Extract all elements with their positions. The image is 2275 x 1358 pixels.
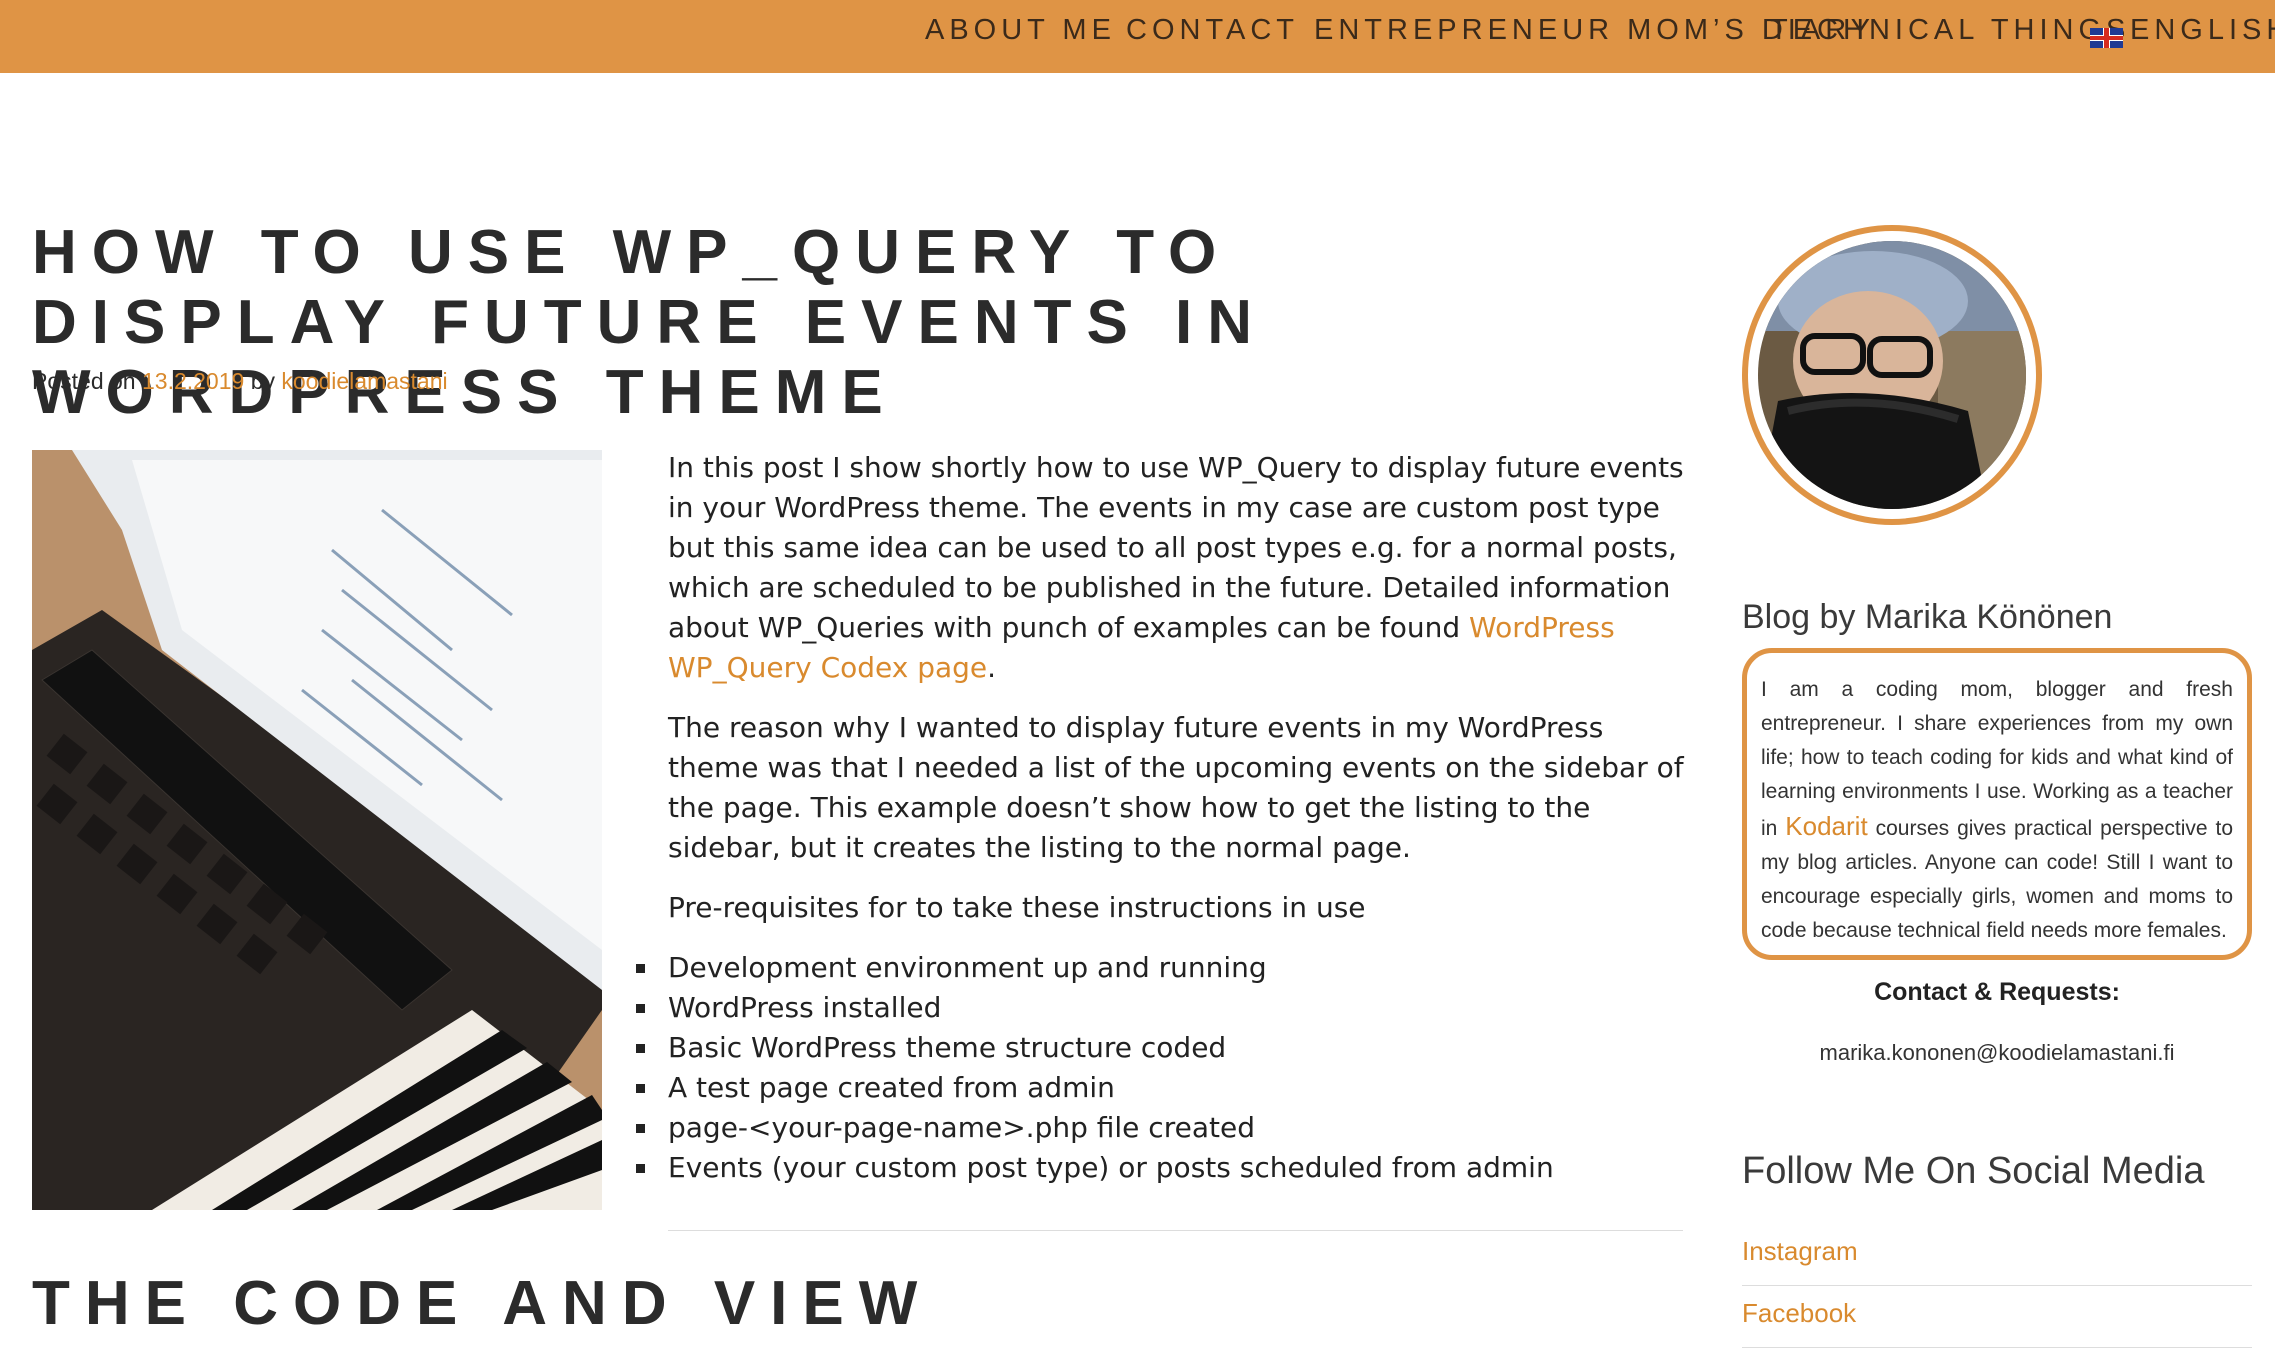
top-navigation-bar: ABOUT ME CONTACT ENTREPRENEUR MOM’S DIAR… bbox=[0, 0, 2275, 73]
nav-item-language-english[interactable]: ENGLISH bbox=[2130, 14, 2275, 47]
list-item: page-<your-page-name>.php file created bbox=[636, 1108, 1688, 1148]
intro-paragraph: In this post I show shortly how to use W… bbox=[668, 448, 1688, 688]
prerequisites-list: Development environment up and running W… bbox=[636, 948, 1688, 1188]
post-content: In this post I show shortly how to use W… bbox=[636, 448, 1688, 1188]
kodarit-link[interactable]: Kodarit bbox=[1785, 811, 1867, 841]
blog-by-heading: Blog by Marika Könönen bbox=[1742, 598, 2113, 636]
author-avatar bbox=[1742, 225, 2042, 525]
list-item: WordPress installed bbox=[636, 988, 1688, 1028]
nav-item-technical-things[interactable]: TECHNICAL THINGS bbox=[1770, 14, 2130, 47]
list-item: Development environment up and running bbox=[636, 948, 1688, 988]
list-item: Basic WordPress theme structure coded bbox=[636, 1028, 1688, 1068]
content-divider bbox=[668, 1230, 1683, 1231]
facebook-link[interactable]: Facebook bbox=[1742, 1290, 2252, 1348]
posted-on-label: Posted on bbox=[32, 368, 136, 394]
bio-box: I am a coding mom, blogger and fresh ent… bbox=[1742, 648, 2252, 960]
post-date-link[interactable]: 13.2.2019 bbox=[142, 368, 244, 394]
post-title: HOW TO USE WP_QUERY TO DISPLAY FUTURE EV… bbox=[32, 218, 1268, 427]
section-title-code-and-view: THE CODE AND VIEW bbox=[32, 1269, 933, 1338]
reason-paragraph: The reason why I wanted to display futur… bbox=[668, 711, 1684, 864]
featured-image-laptop bbox=[32, 450, 602, 1210]
instagram-link[interactable]: Instagram bbox=[1742, 1228, 2252, 1286]
contact-heading: Contact & Requests: bbox=[1874, 978, 2120, 1006]
post-author-link[interactable]: koodielamastani bbox=[281, 368, 447, 394]
intro-end: . bbox=[987, 651, 997, 684]
list-item: Events (your custom post type) or posts … bbox=[636, 1148, 1688, 1188]
post-meta: Posted on 13.2.2019 by koodielamastani bbox=[32, 368, 448, 395]
social-media-heading: Follow Me On Social Media bbox=[1742, 1150, 2205, 1192]
prerequisites-intro: Pre-requisites for to take these instruc… bbox=[668, 891, 1366, 924]
nav-item-about-me[interactable]: ABOUT ME bbox=[925, 14, 1116, 47]
list-item: A test page created from admin bbox=[636, 1068, 1688, 1108]
by-label: by bbox=[250, 368, 275, 394]
nav-item-contact[interactable]: CONTACT bbox=[1126, 14, 1299, 47]
uk-flag-icon[interactable] bbox=[2090, 28, 2123, 48]
contact-email[interactable]: marika.kononen@koodielamastani.fi bbox=[1742, 1040, 2252, 1066]
